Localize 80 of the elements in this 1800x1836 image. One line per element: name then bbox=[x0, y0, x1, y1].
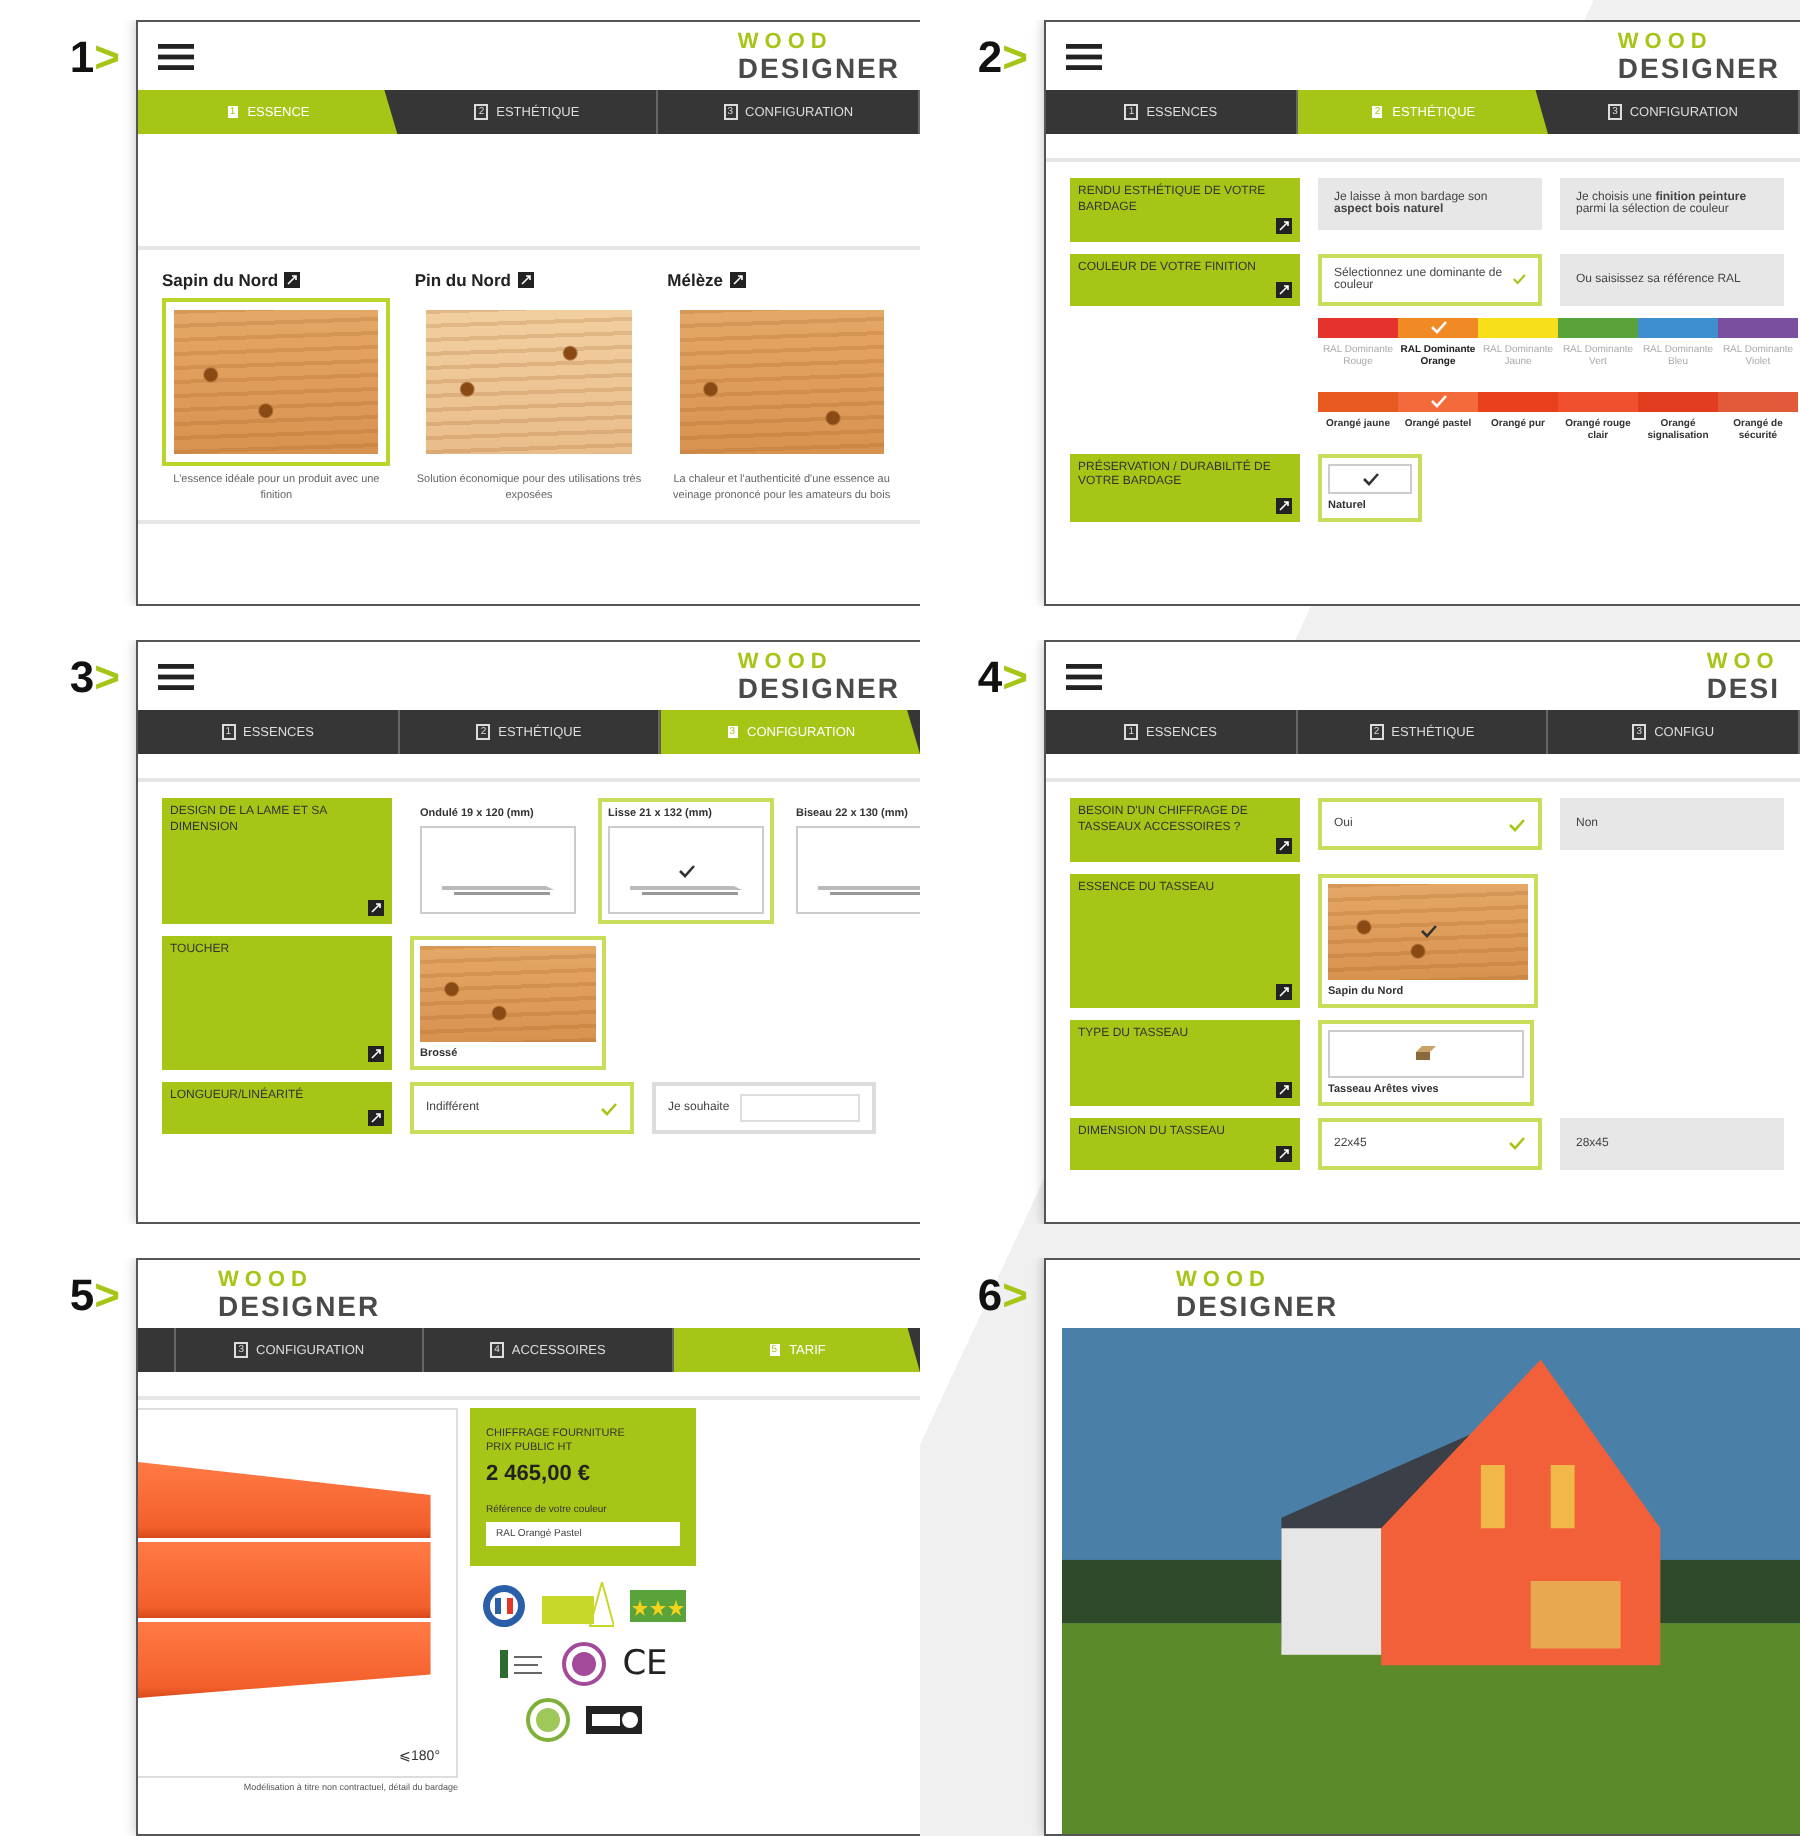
info-icon[interactable] bbox=[368, 1046, 384, 1062]
logo-wordmark: WOOD bbox=[1617, 31, 1715, 53]
colour-family-swatch[interactable] bbox=[1718, 317, 1798, 338]
logo-wordmark: DESI bbox=[1706, 673, 1780, 701]
menu-icon[interactable] bbox=[158, 663, 194, 689]
flag-seal-icon bbox=[481, 1583, 525, 1628]
info-icon[interactable] bbox=[1276, 1081, 1292, 1098]
step-arrow: > bbox=[1002, 32, 1028, 84]
card-title: Mélèze bbox=[667, 270, 724, 290]
card-title: Sapin du Nord bbox=[162, 270, 279, 290]
logo-wordmark: WOOD bbox=[737, 31, 835, 53]
step-arrow: > bbox=[94, 1270, 120, 1322]
colour-shade-swatch[interactable] bbox=[1478, 391, 1558, 412]
step-arrow: > bbox=[1002, 652, 1028, 704]
menu-icon[interactable] bbox=[158, 43, 194, 69]
logo-wordmark: DESIGNER bbox=[1176, 1291, 1339, 1319]
ce-mark: CE bbox=[622, 1643, 668, 1684]
colour-shade-swatch[interactable] bbox=[1398, 391, 1478, 412]
striped-label-icon bbox=[585, 1705, 641, 1734]
step-arrow: > bbox=[1002, 1270, 1028, 1322]
board-profile-drawing bbox=[438, 884, 558, 896]
check-icon bbox=[677, 864, 695, 878]
colour-shade-swatch[interactable] bbox=[1638, 391, 1718, 412]
logo-wordmark: DESIGNER bbox=[737, 53, 900, 81]
info-icon[interactable] bbox=[284, 272, 301, 288]
logo-wordmark: WOOD bbox=[218, 1269, 315, 1291]
board-profile-drawing bbox=[626, 884, 746, 896]
colour-shade-swatch[interactable] bbox=[1718, 391, 1798, 412]
step-number: 5 bbox=[69, 1270, 95, 1322]
colour-family-swatch[interactable] bbox=[1558, 317, 1638, 338]
check-icon bbox=[1419, 924, 1437, 939]
board-profile-drawing bbox=[814, 884, 920, 896]
colour-family-swatch[interactable] bbox=[1398, 317, 1478, 338]
step-number: 1 bbox=[69, 32, 95, 84]
step-number: 4 bbox=[977, 652, 1003, 704]
colour-shade-swatch[interactable] bbox=[1318, 391, 1398, 412]
info-icon[interactable] bbox=[1276, 837, 1292, 854]
check-icon bbox=[1361, 471, 1379, 486]
menu-icon[interactable] bbox=[1066, 663, 1102, 689]
colour-family-swatch[interactable] bbox=[1318, 317, 1398, 338]
colour-family-swatch[interactable] bbox=[1478, 317, 1558, 338]
check-icon bbox=[1508, 817, 1526, 831]
leaf-seal-icon bbox=[525, 1697, 569, 1742]
info-icon[interactable] bbox=[517, 272, 533, 288]
logo-wordmark: WOOD bbox=[1176, 1269, 1273, 1291]
batten-icon bbox=[1416, 1046, 1436, 1061]
logo-wordmark: WOOD bbox=[737, 651, 835, 673]
check-icon bbox=[1429, 320, 1447, 335]
length-input-field[interactable] bbox=[740, 1094, 860, 1122]
certificate-label-icon bbox=[498, 1645, 547, 1682]
wood-sample-option[interactable] bbox=[162, 298, 391, 466]
logo-wordmark: DESIGNER bbox=[737, 673, 900, 701]
logo-wordmark: DESIGNER bbox=[1617, 53, 1780, 81]
info-icon[interactable] bbox=[1276, 497, 1292, 514]
logo-wordmark: WOO bbox=[1706, 651, 1780, 673]
step-number: 6 bbox=[977, 1270, 1003, 1322]
stars-label-icon bbox=[629, 1589, 685, 1622]
ring-seal-icon bbox=[562, 1641, 607, 1686]
price-value: 2 465,00 € bbox=[486, 1461, 592, 1486]
menu-icon[interactable] bbox=[1066, 43, 1102, 69]
colour-shade-swatch[interactable] bbox=[1558, 391, 1638, 412]
info-icon[interactable] bbox=[1276, 217, 1292, 234]
step-number: 3 bbox=[69, 652, 95, 704]
tree-label-icon bbox=[541, 1581, 613, 1630]
card-title: Pin du Nord bbox=[414, 270, 511, 290]
check-icon bbox=[1508, 1136, 1526, 1151]
step-arrow: > bbox=[94, 32, 120, 84]
info-icon[interactable] bbox=[368, 900, 384, 916]
colour-family-swatch[interactable] bbox=[1638, 317, 1718, 338]
logo-wordmark: DESIGNER bbox=[218, 1291, 381, 1319]
info-icon[interactable] bbox=[1276, 281, 1292, 298]
info-icon[interactable] bbox=[368, 1110, 384, 1126]
info-icon[interactable] bbox=[1276, 983, 1292, 1000]
info-icon[interactable] bbox=[729, 272, 746, 288]
check-icon bbox=[1511, 272, 1526, 287]
info-icon[interactable] bbox=[1276, 1145, 1292, 1162]
step-arrow: > bbox=[94, 652, 120, 704]
check-icon bbox=[1429, 394, 1447, 409]
check-icon bbox=[600, 1101, 618, 1115]
step-number: 2 bbox=[977, 32, 1003, 84]
